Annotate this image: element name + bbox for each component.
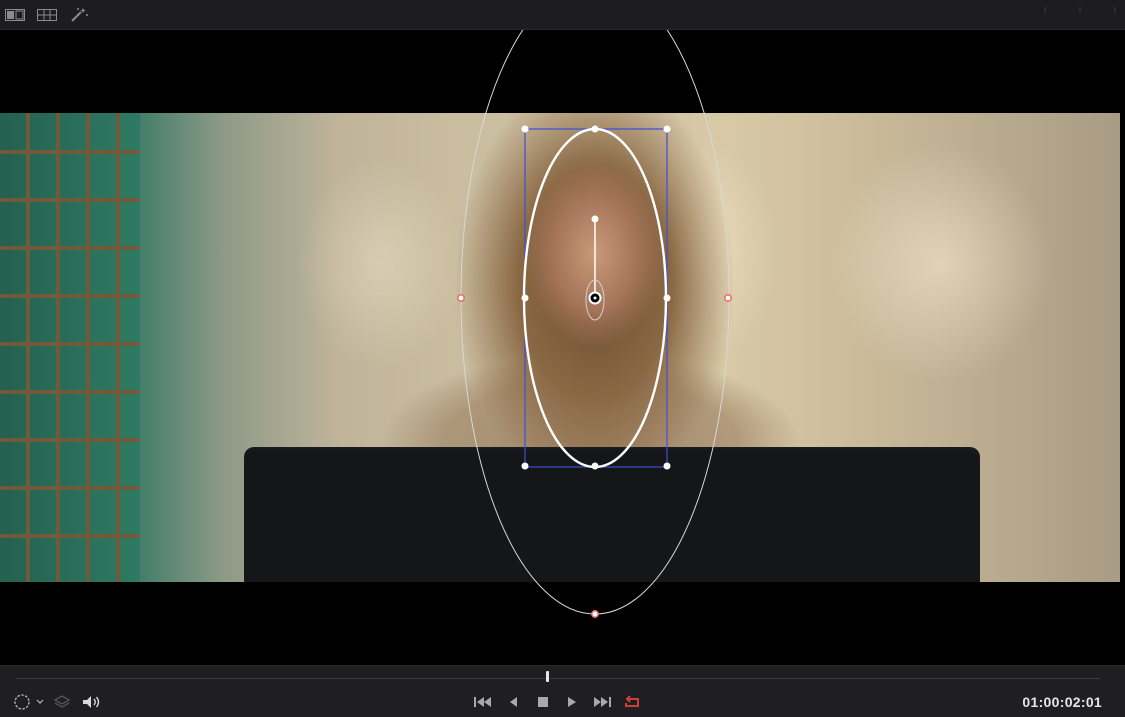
softness-handles: [457, 294, 732, 618]
step-back-button[interactable]: [504, 692, 522, 712]
transport-bar: 01:00:02:01: [0, 665, 1125, 717]
viewer-toolbar: [0, 0, 1125, 30]
jump-to-start-button[interactable]: [472, 692, 494, 712]
toolbar-right-controls: [1025, 0, 1125, 13]
video-viewer[interactable]: [0, 30, 1120, 665]
loop-button[interactable]: [621, 692, 643, 712]
window-tool-dropdown[interactable]: [11, 692, 47, 712]
jump-to-end-button[interactable]: [591, 692, 613, 712]
play-button[interactable]: [563, 692, 581, 712]
timecode-display: 01:00:02:01: [1022, 694, 1102, 710]
stop-button[interactable]: [534, 692, 552, 712]
loop-icon: [625, 695, 639, 707]
layers-icon[interactable]: [52, 692, 72, 712]
power-window-overlay[interactable]: [0, 30, 1120, 665]
grid-icon[interactable]: [36, 7, 58, 23]
playhead[interactable]: [546, 671, 550, 682]
viewer-layout-icon[interactable]: [4, 7, 26, 23]
volume-icon[interactable]: [80, 692, 102, 712]
softness-outer-ellipse: [460, 30, 730, 615]
timeline-scrubber[interactable]: [16, 678, 1100, 679]
magic-wand-icon[interactable]: [68, 7, 90, 23]
